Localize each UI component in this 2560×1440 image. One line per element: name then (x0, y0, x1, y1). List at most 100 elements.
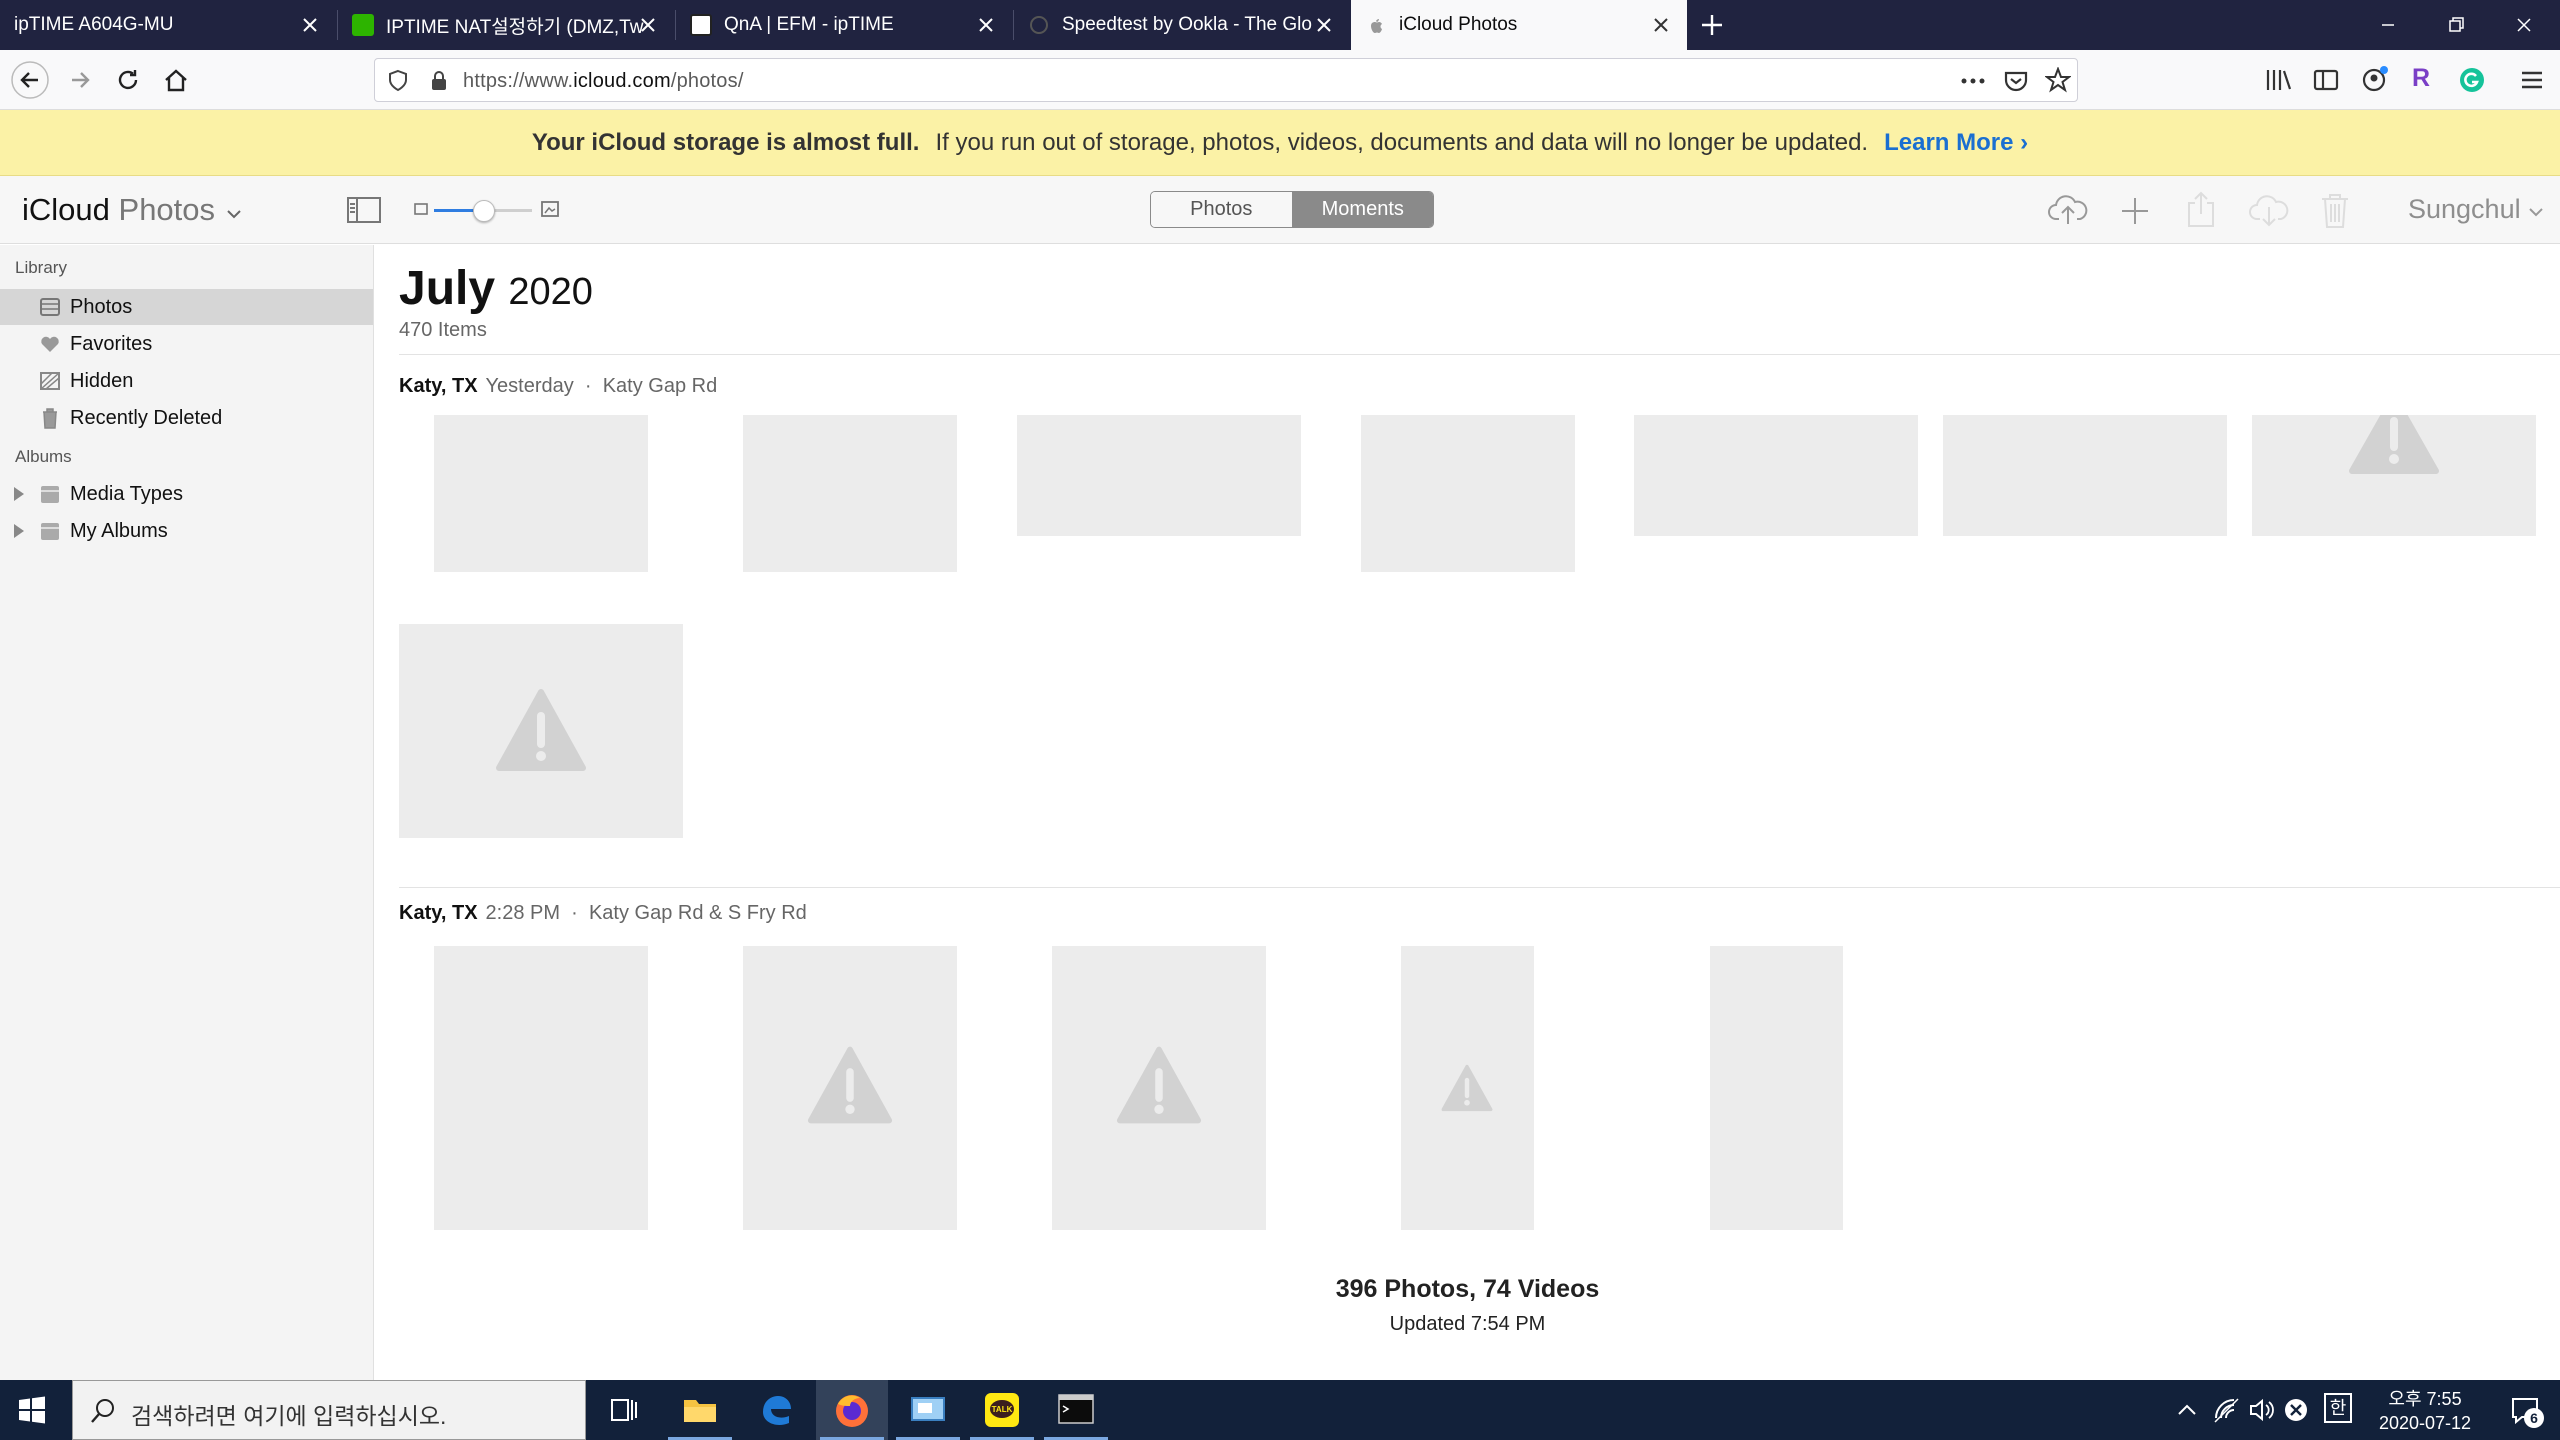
photo-thumbnail[interactable] (434, 946, 648, 1230)
photo-thumbnail[interactable] (1634, 415, 1918, 536)
photo-thumbnail[interactable] (1401, 946, 1534, 1230)
status-error-icon[interactable] (2282, 1396, 2310, 1424)
browser-tab[interactable]: ipTIME A604G-MU (0, 0, 336, 50)
browser-tab[interactable]: QnA | EFM - ipTIME (676, 0, 1012, 50)
terminal-app[interactable] (1040, 1380, 1112, 1440)
new-tab-icon[interactable] (1698, 11, 1726, 39)
photo-thumbnail[interactable] (1943, 415, 2227, 536)
photo-thumbnail[interactable] (434, 415, 648, 572)
taskbar-search-box[interactable]: 검색하려면 여기에 입력하십시오. (72, 1380, 586, 1440)
minimize-icon[interactable] (2354, 0, 2422, 50)
pocket-icon[interactable] (2003, 69, 2029, 93)
browser-tab[interactable]: IPTIME NAT설정하기 (DMZ,Tw (338, 0, 674, 50)
file-explorer-app[interactable] (664, 1380, 736, 1440)
tab-photos[interactable]: Photos (1151, 192, 1293, 227)
sidebar-item-label: Recently Deleted (70, 406, 223, 429)
warning-icon (1116, 1046, 1202, 1124)
browser-tab[interactable]: Speedtest by Ookla - The Glo (1014, 0, 1350, 50)
notification-count-badge: 6 (2524, 1408, 2544, 1428)
close-icon[interactable] (1649, 13, 1673, 37)
chevron-up-icon[interactable] (2176, 1400, 2198, 1420)
taskbar-clock[interactable]: 오후 7:55 2020-07-12 (2370, 1387, 2480, 1435)
last-updated: Updated 7:54 PM (1389, 1313, 1546, 1335)
sidebar-item-favorites[interactable]: Favorites (0, 326, 373, 362)
r-extension-icon[interactable]: R (2412, 64, 2430, 93)
photo-thumbnail[interactable] (1052, 946, 1266, 1230)
sidebar-item-recently-deleted[interactable]: Recently Deleted (0, 400, 373, 436)
moment-header[interactable]: Katy, TX Yesterday · Katy Gap Rd (399, 375, 717, 398)
sidebar-toggle-icon[interactable] (2312, 67, 2340, 93)
photo-thumbnail[interactable] (743, 946, 957, 1230)
menu-icon[interactable] (2518, 67, 2546, 93)
moment-header[interactable]: Katy, TX 2:28 PM · Katy Gap Rd & S Fry Rd (399, 902, 807, 925)
bookmark-star-icon[interactable] (2045, 67, 2071, 93)
albums-heading: Albums (15, 447, 72, 466)
close-icon[interactable] (298, 13, 322, 37)
home-icon[interactable] (156, 60, 196, 100)
sidebar-item-media-types[interactable]: Media Types (0, 476, 373, 512)
share-icon[interactable] (2186, 190, 2216, 228)
disclosure-triangle-icon[interactable] (14, 524, 24, 538)
task-view-icon[interactable] (588, 1380, 660, 1440)
grammarly-icon[interactable] (2458, 66, 2486, 94)
restore-icon[interactable] (2422, 0, 2490, 50)
action-center-button[interactable]: 6 (2490, 1380, 2560, 1440)
chevron-down-icon (2529, 208, 2543, 217)
sidebar-item-label: My Albums (70, 519, 168, 542)
windows-taskbar: 검색하려면 여기에 입력하십시오. TALK 한 오후 7:55 2020-07… (0, 1380, 2560, 1440)
sidebar-toggle-icon[interactable] (346, 196, 382, 224)
zoom-slider-thumb[interactable] (473, 200, 495, 222)
url-text[interactable]: https://www.icloud.com/photos/ (463, 70, 744, 93)
upload-icon[interactable] (2048, 192, 2088, 228)
photo-thumbnail[interactable] (1017, 415, 1301, 536)
download-icon[interactable] (2248, 192, 2290, 230)
close-icon[interactable] (636, 13, 660, 37)
learn-more-link[interactable]: Learn More › (1884, 129, 2028, 157)
photo-thumbnail[interactable] (399, 624, 683, 838)
trash-icon[interactable] (2320, 192, 2350, 230)
app-switcher[interactable]: iCloud Photos (22, 192, 242, 228)
naver-favicon-icon (352, 14, 374, 36)
kakaotalk-app[interactable]: TALK (966, 1380, 1038, 1440)
trash-icon (43, 408, 57, 429)
firefox-icon (836, 1395, 868, 1427)
terminal-icon (1058, 1394, 1094, 1424)
back-icon[interactable] (10, 60, 50, 100)
tab-moments[interactable]: Moments (1292, 192, 1433, 227)
edge-app[interactable] (740, 1380, 812, 1440)
close-icon[interactable] (1312, 13, 1336, 37)
search-icon (91, 1399, 114, 1423)
add-icon[interactable] (2118, 194, 2152, 228)
address-bar[interactable]: https://www.icloud.com/photos/ (374, 58, 2078, 102)
shield-icon[interactable] (387, 69, 409, 93)
sidebar-item-photos[interactable]: Photos (0, 289, 373, 325)
user-menu[interactable]: Sungchul (2408, 194, 2544, 225)
photo-thumbnail[interactable] (2252, 415, 2536, 536)
library-icon[interactable] (2264, 67, 2292, 93)
network-icon[interactable] (2212, 1396, 2240, 1424)
volume-icon[interactable] (2248, 1396, 2276, 1424)
lock-icon[interactable] (429, 69, 449, 93)
windows-start-icon[interactable] (18, 1396, 46, 1424)
firefox-app[interactable] (816, 1380, 888, 1440)
photo-thumbnail[interactable] (1710, 946, 1843, 1230)
photo-thumbnail[interactable] (743, 415, 957, 572)
remote-desktop-app[interactable] (892, 1380, 964, 1440)
more-actions-icon[interactable] (1959, 69, 1987, 93)
sidebar-item-label: Photos (70, 295, 133, 318)
browser-tab-active[interactable]: iCloud Photos (1351, 0, 1687, 50)
account-icon[interactable] (2360, 64, 2390, 94)
disclosure-triangle-icon[interactable] (14, 487, 24, 501)
forward-icon[interactable] (60, 60, 100, 100)
reload-icon[interactable] (108, 60, 148, 100)
photo-thumbnail[interactable] (1361, 415, 1575, 572)
close-icon[interactable] (974, 13, 998, 37)
small-thumb-icon (414, 203, 428, 215)
window-close-icon[interactable] (2490, 0, 2558, 50)
sidebar-item-my-albums[interactable]: My Albums (0, 513, 373, 549)
apple-logo-icon (1371, 19, 1382, 33)
speedtest-favicon-icon (1030, 16, 1048, 34)
ime-indicator[interactable]: 한 (2324, 1393, 2352, 1423)
banner-title: Your iCloud storage is almost full. (531, 128, 920, 156)
sidebar-item-hidden[interactable]: Hidden (0, 363, 373, 399)
